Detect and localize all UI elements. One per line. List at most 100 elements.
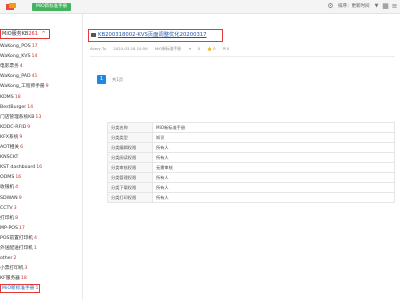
- sidebar-item[interactable]: CCTV3: [0, 204, 17, 213]
- app-tag[interactable]: MiO新标准手册: [32, 3, 72, 11]
- sidebar-item[interactable]: BestBurger14: [0, 103, 33, 112]
- sidebar-item-label: BestBurger: [0, 104, 27, 110]
- sidebar-item-label: WaKong_KVS: [0, 54, 31, 60]
- sidebar-item[interactable]: 小票打印机3: [0, 264, 27, 273]
- sidebar-item-count: 16: [15, 175, 22, 181]
- table-row: 分类阅读权限 所有人: [107, 152, 395, 163]
- property-value: 无需审核: [152, 162, 395, 173]
- sidebar-item[interactable]: 收银机4: [0, 183, 18, 192]
- table-row: 分类名称 MiO新标准手册: [107, 122, 395, 133]
- sidebar-item-count: 9: [18, 195, 22, 201]
- sidebar-item-count: 9: [19, 134, 23, 140]
- comment-icon[interactable]: ✉: [223, 46, 226, 51]
- sidebar-item-count: 1: [35, 286, 39, 292]
- table-row: 分类编辑权限 所有人: [107, 142, 395, 153]
- sidebar-item-label: KNSCKT: [0, 155, 19, 161]
- sidebar-item[interactable]: SDWAN9: [0, 194, 22, 203]
- sidebar-item-label: 小票打印机: [0, 266, 24, 272]
- sort-chevron-icon[interactable]: ▼: [372, 2, 381, 11]
- sidebar-item[interactable]: MP-POS17: [0, 224, 25, 233]
- sidebar-item[interactable]: KNSCKT: [0, 153, 19, 162]
- category-properties-table: 分类名称 MiO新标准手册 分类类型 知识 分类编辑权限 所有人 分类阅读权限 所有人 分类审核…: [107, 122, 395, 203]
- like-icon[interactable]: 👍: [207, 46, 212, 51]
- sidebar-item[interactable]: 电影票务4: [0, 62, 23, 71]
- sidebar-item[interactable]: POS前置打印机4: [0, 234, 37, 243]
- table-row: 分类类型 知识: [107, 132, 395, 143]
- sidebar-item[interactable]: 打印机8: [0, 214, 18, 223]
- sidebar-item[interactable]: WaKong_工程师手册9: [0, 82, 49, 91]
- category-name[interactable]: MiO新标准手册: [155, 46, 181, 51]
- page-total: 共1页: [112, 77, 124, 82]
- comment-count: 0: [226, 46, 230, 51]
- sidebar-item-label: 收银机: [0, 185, 15, 191]
- sidebar-item-count: 4: [15, 185, 19, 191]
- table-row: 分类下载权限 所有人: [107, 182, 395, 193]
- sidebar-item[interactable]: KDMS18: [0, 93, 21, 102]
- property-key: 分类阅读权限: [107, 152, 153, 163]
- sidebar-item-count: 3: [24, 266, 28, 272]
- sidebar-item-count: 17: [18, 225, 25, 231]
- sidebar-item-label: SDWAN: [0, 195, 18, 201]
- sidebar-item-label: WaKong_POS: [0, 44, 31, 49]
- sidebar-item-label: 打印机: [0, 215, 15, 221]
- document-meta: Avery Tu 2020-03-18 10:59 MiO新标准手册 ★ 0 👍0…: [90, 46, 235, 52]
- collapse-caret-icon[interactable]: ^: [42, 31, 46, 37]
- sidebar-item-count: 17: [31, 44, 38, 49]
- sort-dropdown[interactable]: 排序：更新时间: [338, 3, 370, 11]
- sidebar-item-count: 9: [27, 124, 31, 130]
- property-value: 所有人: [152, 172, 395, 183]
- sidebar-item-count: 18: [20, 276, 27, 282]
- sidebar-item-label: POS前置打印机: [0, 235, 33, 241]
- sidebar-item[interactable]: MiO新标准手册1: [0, 284, 41, 294]
- property-value: 所有人: [152, 182, 395, 193]
- sidebar-item-label: MiO新标准手册: [2, 286, 35, 292]
- star-icon[interactable]: ★: [188, 46, 191, 51]
- sidebar-item-label: CCTV: [0, 205, 13, 211]
- sidebar-item[interactable]: KDDC-RFID9: [0, 123, 30, 132]
- sidebar-item-label: AOT相关: [0, 145, 20, 150]
- grid-view-icon[interactable]: ▦: [381, 2, 390, 11]
- top-bar: MiO新标准手册 ⚙ 排序：更新时间 ▼ ▦ ≡: [0, 0, 400, 14]
- table-row: 分类管理权限 所有人: [107, 172, 395, 183]
- property-key: 分类审核权限: [107, 162, 153, 173]
- sidebar-item[interactable]: 门店管理系统KB13: [0, 113, 41, 122]
- sidebar-item[interactable]: WaKong_KVS14: [0, 52, 37, 61]
- tree-root-count: 261: [28, 31, 38, 37]
- sidebar-item[interactable]: AOT相关6: [0, 143, 23, 152]
- content-divider: [90, 56, 395, 57]
- sidebar-item-label: ODMS: [0, 175, 15, 181]
- sidebar-item[interactable]: ODMS16: [0, 173, 21, 182]
- sidebar-item[interactable]: other2: [0, 254, 16, 263]
- settings-icon[interactable]: ⚙: [326, 2, 335, 11]
- sidebar-item[interactable]: 外送配送打印机1: [0, 244, 37, 253]
- sidebar-item-count: 2: [13, 256, 17, 262]
- sidebar-item-count: 3: [13, 205, 17, 211]
- sidebar-item-count: 1: [33, 246, 37, 251]
- tree-root-node[interactable]: MiO服务KB261 ^: [0, 29, 50, 39]
- sidebar-item-count: 13: [35, 114, 42, 120]
- sidebar-tree: MiO服务KB261 ^ WaKong_POS17 WaKong_KVS14 电影票…: [0, 24, 80, 300]
- sidebar-item[interactable]: WaKong_PAD41: [0, 72, 38, 81]
- list-view-icon[interactable]: ≡: [390, 2, 399, 11]
- table-row: 分类打印权限 所有人: [107, 192, 395, 203]
- sidebar-item-label: KDDC-RFID: [0, 124, 27, 130]
- property-key: 分类管理权限: [107, 172, 153, 183]
- sidebar-item-label: 外送配送打印机: [0, 246, 33, 251]
- sidebar-item-label: KFX系统: [0, 134, 19, 140]
- sidebar-item[interactable]: KF服务器18: [0, 274, 27, 283]
- sidebar-item[interactable]: WaKong_POS17: [0, 42, 38, 51]
- sidebar-item-label: KF服务器: [0, 276, 20, 282]
- sidebar-item-label: MP-POS: [0, 225, 18, 231]
- property-key: 分类下载权限: [107, 182, 153, 193]
- document-title-link[interactable]: KB200318002-KVS页面调整优化20200317: [88, 29, 223, 42]
- sidebar-item-label: KDMS: [0, 94, 14, 100]
- sidebar-item-count: 8: [15, 215, 19, 221]
- sidebar-item[interactable]: KFX系统9: [0, 133, 22, 142]
- tree-root-label: MiO服务KB: [2, 31, 29, 37]
- sidebar-item-count: 18: [14, 94, 21, 100]
- document-icon: [91, 32, 96, 37]
- property-key: 分类名称: [107, 122, 153, 133]
- sidebar-item[interactable]: KST dashboard16: [0, 163, 42, 172]
- page-number-button[interactable]: 1: [97, 75, 106, 84]
- sidebar-item-count: 41: [31, 74, 38, 80]
